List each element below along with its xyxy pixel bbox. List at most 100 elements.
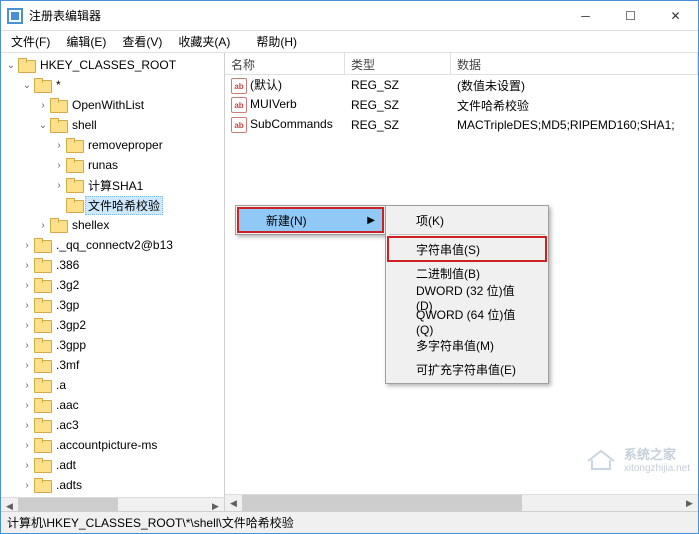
expander-icon[interactable]: › xyxy=(21,259,33,271)
tree-item-shellex[interactable]: ›shellex xyxy=(1,215,224,235)
folder-icon xyxy=(34,458,50,472)
expander-icon[interactable]: ⌄ xyxy=(37,119,49,131)
tree-item-runas[interactable]: ›runas xyxy=(1,155,224,175)
value-type: REG_SZ xyxy=(345,78,451,92)
folder-icon xyxy=(34,398,50,412)
menu-item-key[interactable]: 项(K) xyxy=(388,208,546,232)
tree-item-removeproper[interactable]: ›removeproper xyxy=(1,135,224,155)
expander-icon[interactable]: › xyxy=(21,359,33,371)
statusbar: 计算机\HKEY_CLASSES_ROOT\*\shell\文件哈希校验 xyxy=(1,511,698,533)
tree-item-3gp[interactable]: ›.3gp xyxy=(1,295,224,315)
folder-icon xyxy=(18,58,34,72)
expander-icon[interactable]: › xyxy=(37,219,49,231)
list-body[interactable]: ab(默认) REG_SZ (数值未设置) abMUIVerb REG_SZ 文… xyxy=(225,75,698,494)
maximize-button[interactable]: ☐ xyxy=(608,1,653,30)
menu-item-multistring[interactable]: 多字符串值(M) xyxy=(388,333,546,357)
scroll-right-icon[interactable]: ▶ xyxy=(207,498,224,511)
folder-icon xyxy=(50,118,66,132)
close-button[interactable]: ✕ xyxy=(653,1,698,30)
expander-icon[interactable]: › xyxy=(53,179,65,191)
expander-icon[interactable]: › xyxy=(21,379,33,391)
list-row[interactable]: abSubCommands REG_SZ MACTripleDES;MD5;RI… xyxy=(225,115,698,135)
tree-item-star[interactable]: ⌄* xyxy=(1,75,224,95)
tree-item-calcsha1[interactable]: ›计算SHA1 xyxy=(1,175,224,195)
expander-icon[interactable]: › xyxy=(53,139,65,151)
expander-icon[interactable]: › xyxy=(37,99,49,111)
tree-item-shell[interactable]: ⌄shell xyxy=(1,115,224,135)
folder-icon xyxy=(34,258,50,272)
folder-icon xyxy=(34,338,50,352)
minimize-button[interactable]: ─ xyxy=(563,1,608,30)
folder-icon xyxy=(34,478,50,492)
tree-item-a[interactable]: ›.a xyxy=(1,375,224,395)
list-header: 名称 类型 数据 xyxy=(225,53,698,75)
list-hscroll[interactable]: ◀ ▶ xyxy=(225,494,698,511)
value-type: REG_SZ xyxy=(345,118,451,132)
col-header-name[interactable]: 名称 xyxy=(225,53,345,74)
expander-icon[interactable]: › xyxy=(21,319,33,331)
list-pane: 名称 类型 数据 ab(默认) REG_SZ (数值未设置) abMUIVerb… xyxy=(225,53,698,511)
menu-help[interactable]: 帮助(H) xyxy=(250,31,303,52)
menu-view[interactable]: 查看(V) xyxy=(116,31,168,52)
context-submenu: 项(K) 字符串值(S) 二进制值(B) DWORD (32 位)值(D) QW… xyxy=(385,205,549,384)
list-row[interactable]: ab(默认) REG_SZ (数值未设置) xyxy=(225,75,698,95)
tree-item-accountpicture[interactable]: ›.accountpicture-ms xyxy=(1,435,224,455)
tree-item-root[interactable]: ⌄HKEY_CLASSES_ROOT xyxy=(1,55,224,75)
scroll-left-icon[interactable]: ◀ xyxy=(225,495,242,511)
tree-pane[interactable]: ⌄HKEY_CLASSES_ROOT ⌄* ›OpenWithList ⌄she… xyxy=(1,53,225,511)
tree-item-adt[interactable]: ›.adt xyxy=(1,455,224,475)
scroll-thumb[interactable] xyxy=(242,495,522,511)
string-value-icon: ab xyxy=(231,97,247,113)
expander-icon[interactable]: › xyxy=(21,279,33,291)
tree-hscroll[interactable]: ◀ ▶ xyxy=(1,497,224,511)
value-data: MACTripleDES;MD5;RIPEMD160;SHA1; xyxy=(451,118,698,132)
tree-item-3mf[interactable]: ›.3mf xyxy=(1,355,224,375)
tree-item-386[interactable]: ›.386 xyxy=(1,255,224,275)
folder-icon xyxy=(66,198,82,212)
expander-icon[interactable]: › xyxy=(21,439,33,451)
expander-icon[interactable]: › xyxy=(21,299,33,311)
tree-item-adts[interactable]: ›.adts xyxy=(1,475,224,495)
tree-item-aac[interactable]: ›.aac xyxy=(1,395,224,415)
expander-icon[interactable]: › xyxy=(21,459,33,471)
tree-item-qq[interactable]: ›._qq_connectv2@b13 xyxy=(1,235,224,255)
scroll-left-icon[interactable]: ◀ xyxy=(1,498,18,511)
value-name: SubCommands xyxy=(250,117,333,131)
menu-item-new[interactable]: 新建(N) ▶ xyxy=(238,208,383,232)
expander-icon[interactable]: › xyxy=(21,399,33,411)
menu-separator xyxy=(389,234,545,235)
menu-item-string[interactable]: 字符串值(S) xyxy=(388,237,546,261)
expander-icon[interactable]: ⌄ xyxy=(5,59,17,71)
expander-icon[interactable]: › xyxy=(53,159,65,171)
list-row[interactable]: abMUIVerb REG_SZ 文件哈希校验 xyxy=(225,95,698,115)
menu-item-expandstring[interactable]: 可扩充字符串值(E) xyxy=(388,357,546,381)
folder-icon xyxy=(66,178,82,192)
tree-item-3gp2[interactable]: ›.3gp2 xyxy=(1,315,224,335)
col-header-data[interactable]: 数据 xyxy=(451,53,698,74)
tree-item-filehash[interactable]: ›文件哈希校验 xyxy=(1,195,224,215)
menubar: 文件(F) 编辑(E) 查看(V) 收藏夹(A) 帮助(H) xyxy=(1,31,698,53)
menu-favorites[interactable]: 收藏夹(A) xyxy=(172,31,236,52)
scroll-right-icon[interactable]: ▶ xyxy=(681,495,698,511)
expander-icon[interactable]: ⌄ xyxy=(21,79,33,91)
string-value-icon: ab xyxy=(231,78,247,94)
tree-item-ac3[interactable]: ›.ac3 xyxy=(1,415,224,435)
titlebar: 注册表编辑器 ─ ☐ ✕ xyxy=(1,1,698,31)
expander-icon[interactable]: › xyxy=(21,479,33,491)
folder-icon xyxy=(34,78,50,92)
folder-icon xyxy=(50,98,66,112)
tree-item-openwithlist[interactable]: ›OpenWithList xyxy=(1,95,224,115)
expander-icon[interactable]: › xyxy=(21,239,33,251)
tree-item-3gpp[interactable]: ›.3gpp xyxy=(1,335,224,355)
folder-icon xyxy=(34,358,50,372)
expander-icon[interactable]: › xyxy=(21,339,33,351)
tree-item-3g2[interactable]: ›.3g2 xyxy=(1,275,224,295)
folder-icon xyxy=(34,318,50,332)
scroll-thumb[interactable] xyxy=(18,498,118,511)
menu-item-qword[interactable]: QWORD (64 位)值(Q) xyxy=(388,309,546,333)
expander-icon[interactable]: › xyxy=(21,419,33,431)
menu-edit[interactable]: 编辑(E) xyxy=(60,31,112,52)
col-header-type[interactable]: 类型 xyxy=(345,53,451,74)
menu-file[interactable]: 文件(F) xyxy=(5,31,56,52)
folder-icon xyxy=(34,278,50,292)
